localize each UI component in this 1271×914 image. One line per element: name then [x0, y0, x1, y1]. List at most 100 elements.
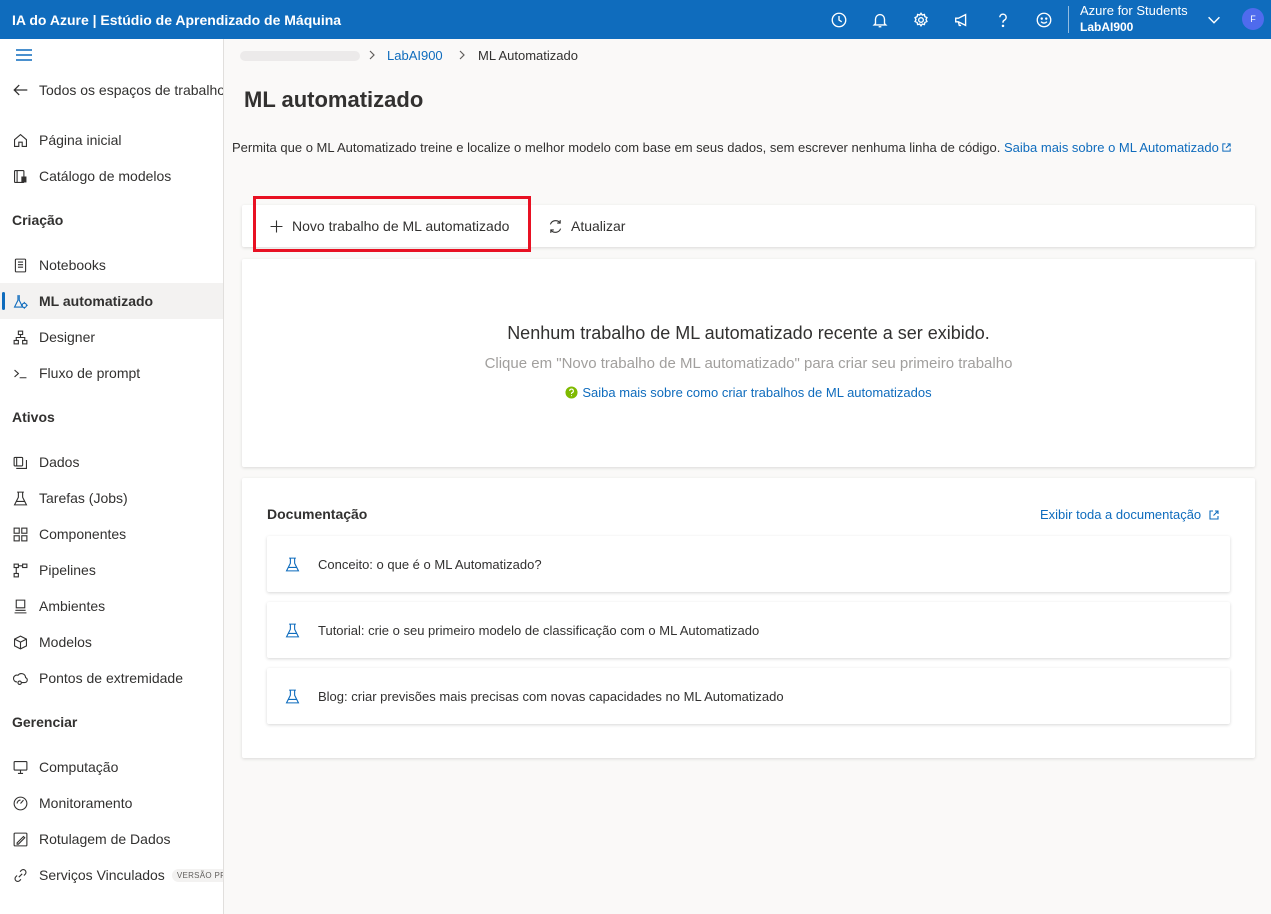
- sidebar-item-label: Pipelines: [39, 562, 96, 578]
- refresh-button[interactable]: Atualizar: [547, 205, 625, 247]
- bell-icon[interactable]: [865, 0, 895, 39]
- megaphone-icon[interactable]: [947, 0, 977, 39]
- section-title-ativos: Ativos: [12, 409, 55, 425]
- sidebar: Todos os espaços de trabalho Página inic…: [0, 39, 224, 914]
- chevron-right-icon: [459, 50, 465, 60]
- catalog-icon: [13, 169, 27, 183]
- section-title-criacao: Criação: [12, 212, 64, 228]
- home-icon: [13, 133, 28, 147]
- labeling-icon: [13, 832, 28, 846]
- prompt-icon: [14, 369, 27, 378]
- sidebar-item-endpoints[interactable]: Pontos de extremidade: [0, 660, 223, 696]
- back-to-workspaces-link[interactable]: Todos os espaços de trabalho: [12, 79, 224, 101]
- sidebar-item-designer[interactable]: Designer: [0, 319, 223, 355]
- components-icon: [13, 527, 28, 541]
- workspace-name: LabAI900: [1080, 20, 1134, 34]
- clock-icon[interactable]: [824, 0, 854, 39]
- page-title: ML automatizado: [244, 87, 424, 112]
- documentation-card: Documentação Exibir toda a documentação …: [242, 478, 1255, 758]
- help-circle-icon: [565, 386, 578, 399]
- empty-state-title: Nenhum trabalho de ML automatizado recen…: [507, 323, 990, 343]
- arrow-left-icon: [13, 84, 28, 96]
- main-content: LabAI900 ML Automatizado ML automatizado…: [224, 39, 1271, 914]
- sidebar-item-label: Designer: [39, 329, 96, 345]
- sidebar-item-label: Tarefas (Jobs): [39, 490, 128, 506]
- empty-state-subtitle: Clique em "Novo trabalho de ML automatiz…: [484, 355, 1013, 372]
- sidebar-item-label: Dados: [39, 454, 80, 470]
- doc-item-label: Blog: criar previsões mais precisas com …: [318, 688, 784, 704]
- sidebar-item-monitoring[interactable]: Monitoramento: [0, 785, 223, 821]
- data-icon: [13, 456, 28, 469]
- avatar[interactable]: F: [1242, 8, 1264, 30]
- notebook-icon: [14, 258, 27, 272]
- gear-icon[interactable]: [906, 0, 936, 39]
- subscription-name: Azure for Students: [1080, 3, 1188, 18]
- description-text: Permita que o ML Automatizado treine e l…: [232, 140, 1001, 155]
- create-jobs-help-link[interactable]: Saiba mais sobre como criar trabalhos de…: [242, 385, 1255, 400]
- flask-icon: [285, 557, 300, 571]
- sidebar-item-label: Computação: [39, 759, 119, 775]
- flask-icon: [285, 689, 300, 703]
- sidebar-item-label: Fluxo de prompt: [39, 365, 141, 381]
- sidebar-item-label: Notebooks: [39, 257, 106, 273]
- header-icons: [824, 0, 1070, 39]
- compute-icon: [13, 760, 28, 774]
- sidebar-item-data[interactable]: Dados: [0, 444, 223, 480]
- sidebar-item-environments[interactable]: Ambientes: [0, 588, 223, 624]
- sidebar-item-label: Componentes: [39, 526, 127, 542]
- doc-item-label: Conceito: o que é o ML Automatizado?: [318, 556, 542, 572]
- sidebar-item-label: Modelos: [39, 634, 92, 650]
- sidebar-item-compute[interactable]: Computação: [0, 749, 223, 785]
- learn-more-link[interactable]: Saiba mais sobre o ML Automatizado: [1004, 140, 1232, 155]
- sidebar-item-label: Pontos de extremidade: [39, 670, 183, 686]
- designer-icon: [13, 330, 28, 344]
- smiley-icon[interactable]: [1029, 0, 1059, 39]
- doc-item-tutorial[interactable]: Tutorial: crie o seu primeiro modelo de …: [267, 602, 1230, 658]
- learn-more-link-label: Saiba mais sobre o ML Automatizado: [1004, 140, 1219, 155]
- doc-item-concept[interactable]: Conceito: o que é o ML Automatizado?: [267, 536, 1230, 592]
- environments-icon: [14, 599, 27, 613]
- sidebar-item-label: Página inicial: [39, 132, 122, 148]
- sidebar-item-models[interactable]: Modelos: [0, 624, 223, 660]
- pipelines-icon: [13, 563, 28, 577]
- account-switcher[interactable]: Azure for Students LabAI900: [1080, 2, 1188, 36]
- sidebar-item-label: Serviços Vinculados: [39, 867, 165, 883]
- monitor-icon: [13, 796, 28, 810]
- sidebar-item-pipelines[interactable]: Pipelines: [0, 552, 223, 588]
- cube-icon: [13, 635, 28, 649]
- back-link-label: Todos os espaços de trabalho: [39, 82, 224, 98]
- sidebar-item-label: Monitoramento: [39, 795, 133, 811]
- flask-icon: [13, 491, 28, 505]
- endpoints-icon: [12, 672, 28, 685]
- sidebar-item-jobs[interactable]: Tarefas (Jobs): [0, 480, 223, 516]
- refresh-label: Atualizar: [571, 218, 626, 234]
- sidebar-item-notebooks[interactable]: Notebooks: [0, 247, 223, 283]
- section-title-gerenciar: Gerenciar: [12, 714, 78, 730]
- flask-icon: [285, 623, 300, 637]
- sidebar-item-label: Catálogo de modelos: [39, 168, 172, 184]
- create-jobs-help-label: Saiba mais sobre como criar trabalhos de…: [582, 385, 932, 400]
- external-link-icon: [1222, 143, 1231, 152]
- help-icon[interactable]: [988, 0, 1018, 39]
- sidebar-item-prompt-flow[interactable]: Fluxo de prompt: [0, 355, 223, 391]
- breadcrumb-workspace[interactable]: LabAI900: [387, 45, 443, 65]
- sidebar-item-model-catalog[interactable]: Catálogo de modelos: [0, 158, 223, 194]
- top-bar: IA do Azure | Estúdio de Aprendizado de …: [0, 0, 1271, 39]
- header-divider: [1068, 6, 1069, 33]
- view-all-label: Exibir toda a documentação: [1040, 507, 1202, 522]
- app-title[interactable]: IA do Azure | Estúdio de Aprendizado de …: [12, 12, 341, 28]
- doc-item-blog[interactable]: Blog: criar previsões mais precisas com …: [267, 668, 1230, 724]
- automl-icon: [13, 294, 28, 309]
- sidebar-item-components[interactable]: Componentes: [0, 516, 223, 552]
- sidebar-item-linked-services[interactable]: Serviços Vinculados VERSÃO PRÉVIA: [0, 857, 223, 893]
- chevron-down-icon[interactable]: [1205, 11, 1223, 29]
- documentation-title: Documentação: [267, 506, 368, 522]
- sidebar-item-automl[interactable]: ML automatizado: [0, 283, 223, 319]
- hamburger-menu-icon[interactable]: [14, 47, 34, 63]
- doc-item-label: Tutorial: crie o seu primeiro modelo de …: [318, 622, 760, 638]
- sidebar-item-data-labeling[interactable]: Rotulagem de Dados: [0, 821, 223, 857]
- breadcrumb-current: ML Automatizado: [478, 47, 578, 63]
- preview-badge: VERSÃO PRÉVIA: [171, 868, 223, 882]
- view-all-documentation-link[interactable]: Exibir toda a documentação: [1040, 507, 1220, 522]
- sidebar-item-home[interactable]: Página inicial: [0, 122, 223, 158]
